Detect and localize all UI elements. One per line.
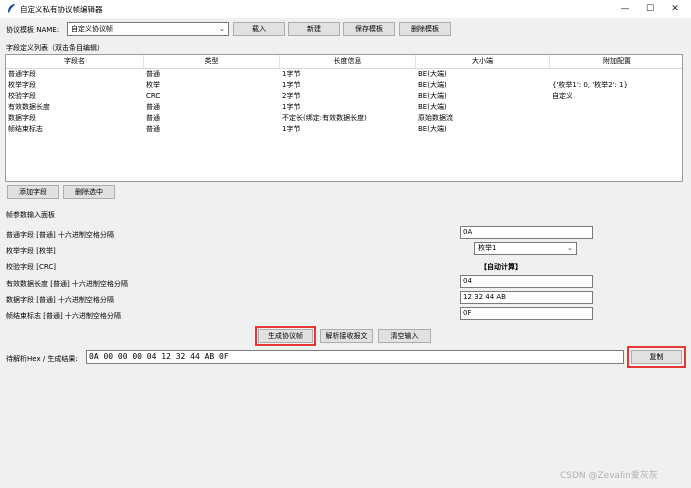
- title-bar: 自定义私有协议帧编辑器 — ☐ ✕: [0, 0, 691, 18]
- result-label: 待解析Hex / 生成结果:: [6, 355, 78, 363]
- param-input-normal[interactable]: 0A: [460, 226, 593, 239]
- cell-length: 1字节: [282, 125, 301, 133]
- parse-message-button[interactable]: 解析接收报文: [320, 329, 373, 343]
- chevron-down-icon: ⌄: [219, 25, 225, 33]
- cell-name: 校验字段: [8, 92, 36, 100]
- template-combobox[interactable]: 自定义协议帧 ⌄: [67, 22, 229, 36]
- cell-extra: {'枚举1': 0, '枚举2': 1}: [552, 81, 629, 89]
- cell-endian: BE(大端): [418, 81, 447, 89]
- copy-button[interactable]: 复制: [631, 350, 682, 364]
- column-header-name[interactable]: 字段名: [6, 55, 144, 68]
- cell-name: 数据字段: [8, 114, 36, 122]
- minimize-icon[interactable]: —: [616, 1, 634, 17]
- load-button[interactable]: 载入: [233, 22, 285, 36]
- cell-endian: 原始数据流: [418, 114, 453, 122]
- cell-name: 普通字段: [8, 70, 36, 78]
- template-selected: 自定义协议帧: [71, 25, 113, 33]
- column-header-type[interactable]: 类型: [144, 55, 280, 68]
- cell-length: 1字节: [282, 70, 301, 78]
- cell-type: 枚举: [146, 81, 160, 89]
- field-list-label: 字段定义列表（双击条目编辑）: [6, 44, 104, 52]
- column-header-length[interactable]: 长度信息: [280, 55, 416, 68]
- save-template-button[interactable]: 保存模板: [343, 22, 395, 36]
- table-header: 字段名 类型 长度信息 大小端 附加配置: [6, 55, 682, 69]
- table-row[interactable]: 枚举字段 枚举 1字节 BE(大端) {'枚举1': 0, '枚举2': 1}: [6, 80, 682, 91]
- feather-icon: [6, 3, 16, 14]
- cell-extra: [550, 69, 552, 80]
- chevron-down-icon: ⌄: [567, 244, 573, 252]
- cell-type: 普通: [146, 70, 160, 78]
- column-header-endian[interactable]: 大小端: [416, 55, 550, 68]
- cell-endian: BE(大端): [418, 70, 447, 78]
- field-table[interactable]: 字段名 类型 长度信息 大小端 附加配置 普通字段 普通 1字节 BE(大端) …: [5, 54, 683, 182]
- param-label-length: 有效数据长度 [普通] 十六进制空格分隔: [6, 280, 128, 288]
- cell-extra: 自定义: [552, 92, 573, 100]
- watermark: CSDN @Zevalin爱灰灰: [560, 471, 658, 481]
- param-input-length[interactable]: 04: [460, 275, 593, 288]
- result-hex-input[interactable]: 0A 00 00 00 04 12 32 44 AB 0F: [86, 350, 624, 364]
- close-icon[interactable]: ✕: [666, 1, 684, 17]
- param-label-enum: 枚举字段 [枚举]: [6, 247, 56, 255]
- cell-endian: BE(大端): [418, 103, 447, 111]
- cell-type: 普通: [146, 125, 160, 133]
- crc-auto-value: 【自动计算】: [480, 263, 522, 271]
- table-row[interactable]: 普通字段 普通 1字节 BE(大端): [6, 69, 682, 80]
- cell-length: 2字节: [282, 92, 301, 100]
- param-label-data: 数据字段 [普通] 十六进制空格分隔: [6, 296, 114, 304]
- param-panel-title: 帧参数输入面板: [6, 211, 55, 219]
- cell-endian: BE(大端): [418, 92, 447, 100]
- table-row[interactable]: 校验字段 CRC 2字节 BE(大端) 自定义: [6, 91, 682, 102]
- enum-selected: 枚举1: [478, 244, 497, 252]
- enum-combobox[interactable]: 枚举1 ⌄: [474, 242, 577, 255]
- cell-length: 不定长(绑定:有效数据长度): [282, 114, 367, 122]
- table-row[interactable]: 帧结束标志 普通 1字节 BE(大端): [6, 124, 682, 135]
- add-field-button[interactable]: 添加字段: [7, 185, 59, 199]
- delete-template-button[interactable]: 删除模板: [399, 22, 451, 36]
- cell-type: 普通: [146, 103, 160, 111]
- table-row[interactable]: 有效数据长度 普通 1字节 BE(大端): [6, 102, 682, 113]
- window-title: 自定义私有协议帧编辑器: [20, 5, 103, 14]
- cell-endian: BE(大端): [418, 125, 447, 133]
- cell-name: 枚举字段: [8, 81, 36, 89]
- param-label-end: 帧结束标志 [普通] 十六进制空格分隔: [6, 312, 121, 320]
- param-input-end[interactable]: 0F: [460, 307, 593, 320]
- cell-extra: [550, 102, 552, 113]
- maximize-icon[interactable]: ☐: [641, 1, 659, 17]
- cell-length: 1字节: [282, 81, 301, 89]
- param-label-crc: 校验字段 [CRC]: [6, 263, 56, 271]
- generate-frame-button[interactable]: 生成协议帧: [258, 329, 313, 343]
- clear-input-button[interactable]: 清空输入: [378, 329, 431, 343]
- cell-extra: [550, 124, 552, 135]
- table-row[interactable]: 数据字段 普通 不定长(绑定:有效数据长度) 原始数据流: [6, 113, 682, 124]
- cell-type: CRC: [146, 92, 161, 100]
- column-header-extra[interactable]: 附加配置: [550, 55, 682, 68]
- template-label: 协议模板 NAME:: [6, 26, 60, 34]
- param-input-data[interactable]: 12 32 44 AB: [460, 291, 593, 304]
- cell-extra: [550, 113, 552, 124]
- cell-type: 普通: [146, 114, 160, 122]
- new-button[interactable]: 新建: [288, 22, 340, 36]
- cell-name: 帧结束标志: [8, 125, 43, 133]
- cell-name: 有效数据长度: [8, 103, 50, 111]
- param-label-normal: 普通字段 [普通] 十六进制空格分隔: [6, 231, 114, 239]
- remove-selected-button[interactable]: 删除选中: [63, 185, 115, 199]
- cell-length: 1字节: [282, 103, 301, 111]
